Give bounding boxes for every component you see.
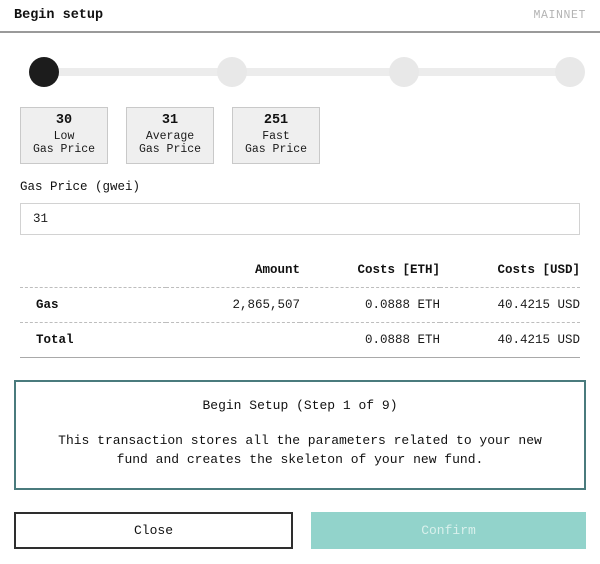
row-amount (166, 323, 300, 358)
gas-preset-caption: Gas Price (23, 143, 105, 157)
row-label-total: Total (20, 323, 166, 358)
stepper-track (36, 68, 564, 76)
gas-preset-value: 31 (129, 113, 211, 129)
column-header-usd: Costs [USD] (440, 257, 580, 288)
gas-price-label: Gas Price (gwei) (20, 180, 580, 194)
page-title: Begin setup (14, 8, 103, 23)
row-usd: 40.4215 USD (440, 288, 580, 323)
table-row: Gas 2,865,507 0.0888 ETH 40.4215 USD (20, 288, 580, 323)
modal-footer: Close Confirm (14, 512, 586, 549)
transaction-modal: Begin setup MAINNET 30 Low Gas Price 31 … (0, 0, 600, 564)
network-badge: MAINNET (533, 9, 586, 22)
gas-preset-caption: Gas Price (129, 143, 211, 157)
stepper-dot-2[interactable] (217, 57, 247, 87)
column-header-eth: Costs [ETH] (300, 257, 440, 288)
info-box-body: This transaction stores all the paramete… (40, 431, 560, 469)
gas-price-input[interactable] (20, 203, 580, 235)
row-amount: 2,865,507 (166, 288, 300, 323)
gas-preset-average[interactable]: 31 Average Gas Price (126, 107, 214, 164)
row-label-gas: Gas (20, 288, 166, 323)
gas-preset-fast[interactable]: 251 Fast Gas Price (232, 107, 320, 164)
table-header-row: Amount Costs [ETH] Costs [USD] (20, 257, 580, 288)
gas-preset-caption: Gas Price (235, 143, 317, 157)
gas-preset-value: 30 (23, 113, 105, 129)
transaction-info-box: Begin Setup (Step 1 of 9) This transacti… (14, 380, 586, 489)
gas-price-presets: 30 Low Gas Price 31 Average Gas Price 25… (20, 107, 600, 164)
gas-preset-low[interactable]: 30 Low Gas Price (20, 107, 108, 164)
stepper-dot-4[interactable] (555, 57, 585, 87)
info-box-title: Begin Setup (Step 1 of 9) (34, 398, 566, 413)
row-eth: 0.0888 ETH (300, 288, 440, 323)
gas-preset-tier: Low (23, 130, 105, 144)
table-row: Total 0.0888 ETH 40.4215 USD (20, 323, 580, 358)
stepper-dot-1[interactable] (29, 57, 59, 87)
gas-price-field-block: Gas Price (gwei) (20, 180, 580, 235)
row-eth: 0.0888 ETH (300, 323, 440, 358)
gas-preset-tier: Fast (235, 130, 317, 144)
confirm-button[interactable]: Confirm (311, 512, 586, 549)
cost-table-head: Amount Costs [ETH] Costs [USD] (20, 257, 580, 288)
gas-preset-value: 251 (235, 113, 317, 129)
cost-table-body: Gas 2,865,507 0.0888 ETH 40.4215 USD Tot… (20, 288, 580, 358)
cost-breakdown-table: Amount Costs [ETH] Costs [USD] Gas 2,865… (20, 257, 580, 358)
stepper-dot-3[interactable] (389, 57, 419, 87)
progress-stepper (14, 55, 586, 89)
column-header-amount: Amount (166, 257, 300, 288)
column-header-blank (20, 257, 166, 288)
gas-preset-tier: Average (129, 130, 211, 144)
close-button[interactable]: Close (14, 512, 293, 549)
modal-header: Begin setup MAINNET (0, 0, 600, 33)
row-usd: 40.4215 USD (440, 323, 580, 358)
